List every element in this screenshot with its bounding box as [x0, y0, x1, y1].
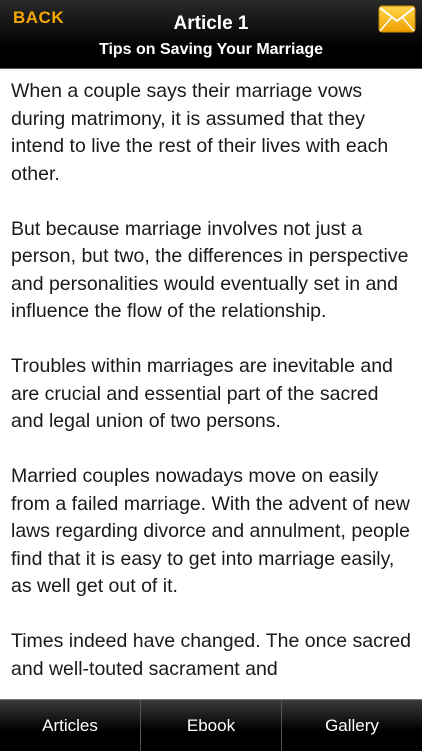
article-paragraph: But because marriage involves not just a…	[11, 217, 409, 323]
tab-gallery[interactable]: Gallery	[282, 700, 422, 751]
envelope-icon	[378, 5, 416, 33]
header-bar: BACK Article 1 Tips on Saving Your Marri…	[0, 0, 422, 69]
article-scroll-area[interactable]: When a couple says their marriage vows d…	[0, 68, 422, 699]
article-paragraph: Troubles within marriages are inevitable…	[11, 355, 393, 432]
article-paragraph: Married couples nowadays move on easily …	[11, 465, 410, 597]
page-subtitle: Tips on Saving Your Marriage	[98, 41, 324, 58]
page-title: Article 1	[173, 13, 249, 34]
article-paragraph: Times indeed have changed. The once sacr…	[11, 630, 412, 680]
tab-articles[interactable]: Articles	[0, 700, 141, 751]
back-button[interactable]: BACK	[13, 8, 64, 28]
mail-button[interactable]	[378, 5, 416, 33]
article-body: When a couple says their marriage vows d…	[0, 68, 422, 683]
article-paragraph: When a couple says their marriage vows d…	[11, 80, 389, 185]
bottom-tab-bar: Articles Ebook Gallery	[0, 699, 422, 751]
tab-ebook[interactable]: Ebook	[141, 700, 282, 751]
